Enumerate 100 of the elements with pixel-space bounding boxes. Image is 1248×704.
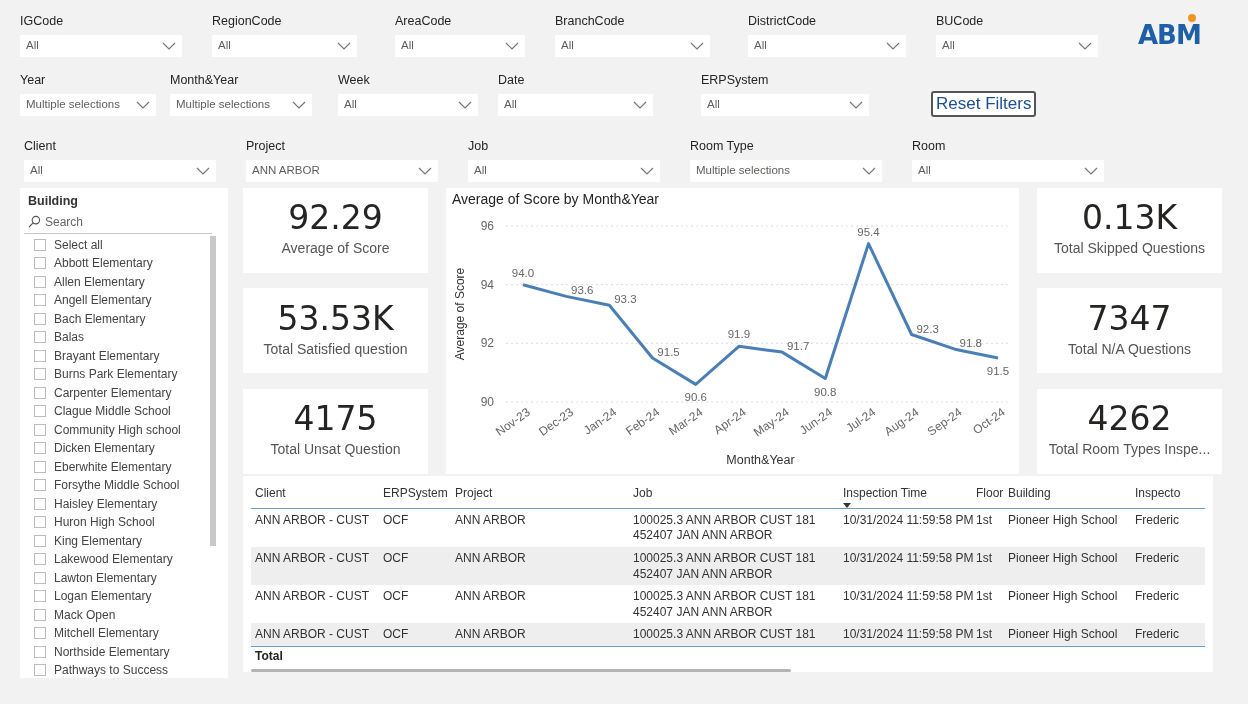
building-option[interactable]: Burns Park Elementary xyxy=(54,365,178,384)
building-option[interactable]: Huron High School xyxy=(54,513,155,532)
building-option[interactable]: Community High school xyxy=(54,420,181,439)
dropdown-field[interactable]: ANN ARBOR xyxy=(246,159,438,182)
building-option[interactable]: King Elementary xyxy=(54,531,143,550)
scrollbar[interactable] xyxy=(251,669,791,672)
checkbox[interactable] xyxy=(34,460,46,473)
building-option[interactable]: Carpenter Elementary xyxy=(54,383,172,402)
building-option[interactable]: Mack Open xyxy=(54,605,116,624)
building-option[interactable]: Logan Elementary xyxy=(54,587,152,606)
column-header[interactable]: Client xyxy=(251,479,379,509)
checkbox[interactable] xyxy=(34,275,46,288)
axis-tick-label: 90 xyxy=(480,394,494,409)
building-option[interactable]: Forsythe Middle School xyxy=(54,476,180,495)
dropdown-field[interactable]: All xyxy=(555,34,710,57)
checkbox[interactable] xyxy=(34,479,46,492)
dropdown-field[interactable]: Multiple selections xyxy=(690,159,882,182)
checkbox[interactable] xyxy=(34,331,46,344)
filter-label: IGCode xyxy=(20,13,65,30)
building-option[interactable]: Northside Elementary xyxy=(54,642,170,661)
filter-label: Room Type xyxy=(690,138,755,156)
dropdown-field[interactable]: All xyxy=(912,159,1104,182)
building-option[interactable]: Abbott Elementary xyxy=(54,254,153,273)
reset-filters-button[interactable]: Reset Filters xyxy=(931,90,1037,118)
chart-title: Average of Score by Month&Year xyxy=(452,190,660,207)
logo: ABM xyxy=(1138,14,1201,48)
checkbox[interactable] xyxy=(34,423,46,436)
filter-label: RegionCode xyxy=(212,13,283,30)
table-cell: 1st xyxy=(972,585,1004,624)
dropdown-field[interactable]: Multiple selections xyxy=(20,93,156,116)
column-header[interactable]: Inspecto xyxy=(1131,479,1205,509)
checkbox[interactable] xyxy=(34,294,46,307)
dropdown-field[interactable]: All xyxy=(468,159,660,182)
table-cell: 100025.3 ANN ARBOR CUST 181 xyxy=(629,623,839,647)
checkbox[interactable] xyxy=(34,553,46,566)
table-cell: ANN ARBOR - CUST xyxy=(251,508,379,548)
dropdown-field[interactable]: Multiple selections xyxy=(170,93,312,116)
scrollbar[interactable] xyxy=(210,235,216,546)
table-cell: Pioneer High School xyxy=(1004,547,1131,586)
building-option[interactable]: Clague Middle School xyxy=(54,402,171,421)
building-option[interactable]: Lakewood Elementary xyxy=(54,550,173,569)
checkbox[interactable] xyxy=(34,516,46,529)
dropdown-field[interactable]: All xyxy=(338,93,478,116)
filter-label: Week xyxy=(338,71,371,89)
checkbox[interactable] xyxy=(34,645,46,658)
building-option[interactable]: Bach Elementary xyxy=(54,309,146,328)
checkbox[interactable] xyxy=(34,257,46,270)
chevron-icon xyxy=(1078,41,1092,50)
dropdown-field[interactable]: All xyxy=(498,93,653,116)
column-header[interactable]: Inspection Time xyxy=(839,479,972,509)
kpi-label: Total Room Types Inspe... xyxy=(1048,440,1211,460)
filter-label: Date xyxy=(498,71,526,89)
checkbox[interactable] xyxy=(34,312,46,325)
checkbox[interactable] xyxy=(34,608,46,621)
table-cell: Frederic xyxy=(1131,547,1205,586)
kpi-label: Average of Score xyxy=(281,239,390,259)
building-option[interactable]: Allen Elementary xyxy=(54,272,145,291)
building-option[interactable]: Mitchell Elementary xyxy=(54,624,159,643)
dropdown-field[interactable]: All xyxy=(936,34,1098,57)
checkbox[interactable] xyxy=(34,405,46,418)
building-option[interactable]: Lawton Elementary xyxy=(54,568,157,587)
kpi-label: Total N/A Questions xyxy=(1068,339,1191,359)
building-option[interactable]: Balas xyxy=(54,328,85,347)
dropdown-field[interactable]: All xyxy=(24,159,216,182)
checkbox[interactable] xyxy=(34,442,46,455)
column-header[interactable]: Job xyxy=(629,479,839,509)
column-header[interactable]: Building xyxy=(1004,479,1131,509)
building-option[interactable]: Eberwhite Elementary xyxy=(54,457,172,476)
dropdown-field[interactable]: All xyxy=(748,34,906,57)
sort-arrow-icon[interactable] xyxy=(843,502,851,508)
column-header[interactable]: Floor xyxy=(972,479,1004,509)
filter-label: Month&Year xyxy=(170,71,240,89)
table-cell: ANN ARBOR - CUST xyxy=(251,585,379,624)
checkbox[interactable] xyxy=(34,627,46,640)
chevron-icon xyxy=(849,100,863,109)
dropdown-field[interactable]: All xyxy=(212,34,357,57)
checkbox[interactable] xyxy=(34,497,46,510)
building-option[interactable]: Dicken Elementary xyxy=(54,439,155,458)
table-cell: 10/31/2024 11:59:58 PM xyxy=(839,547,972,586)
building-option[interactable]: Select all xyxy=(54,235,103,254)
checkbox[interactable] xyxy=(34,571,46,584)
building-option[interactable]: Haisley Elementary xyxy=(54,494,158,513)
building-option[interactable]: Brayant Elementary xyxy=(54,346,160,365)
dropdown-field[interactable]: All xyxy=(701,93,869,116)
column-header[interactable]: Project xyxy=(451,479,629,509)
checkbox[interactable] xyxy=(34,664,46,677)
checkbox[interactable] xyxy=(34,534,46,547)
dropdown-field[interactable]: All xyxy=(20,34,182,57)
chevron-icon xyxy=(862,166,876,175)
checkbox[interactable] xyxy=(34,238,46,251)
checkbox[interactable] xyxy=(34,368,46,381)
checkbox[interactable] xyxy=(34,590,46,603)
checkbox[interactable] xyxy=(34,386,46,399)
kpi-value: 92.29 xyxy=(288,201,383,235)
building-option[interactable]: Angell Elementary xyxy=(54,291,152,310)
building-option[interactable]: Pathways to Success xyxy=(54,661,169,680)
chevron-icon xyxy=(1084,166,1098,175)
checkbox[interactable] xyxy=(34,349,46,362)
column-header[interactable]: ERPSystem xyxy=(379,479,451,509)
dropdown-field[interactable]: All xyxy=(395,34,525,57)
